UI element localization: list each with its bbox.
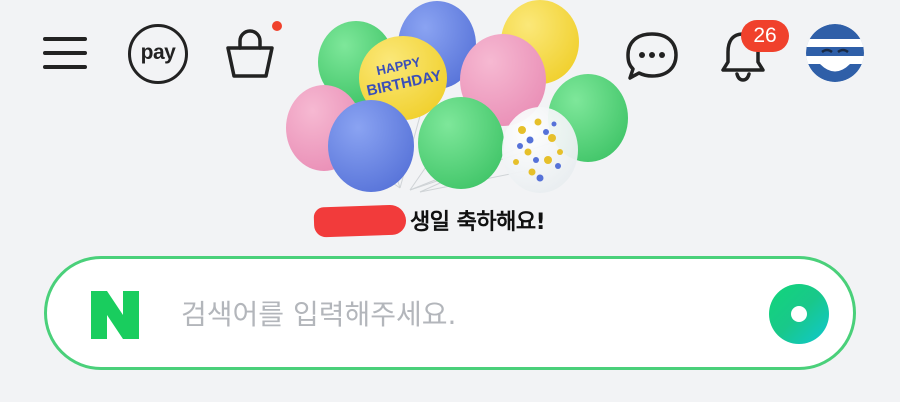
search-input[interactable] [179, 289, 743, 339]
birthday-balloons-illustration: HAPPY BIRTHDAY [286, 0, 628, 193]
green-dot-icon [791, 306, 807, 322]
menu-button[interactable] [40, 28, 90, 78]
profile-avatar[interactable] [806, 24, 864, 82]
avatar-icon [806, 24, 864, 82]
menu-icon [43, 33, 87, 73]
greeting-text: 생일 축하해요! [410, 210, 546, 235]
green-dot-search-button[interactable] [769, 284, 829, 344]
pay-button[interactable]: pay [128, 24, 188, 84]
redacted-name [312, 200, 408, 240]
notification-count-badge: 26 [741, 20, 789, 52]
search-bar [44, 256, 856, 370]
naver-logo-icon[interactable] [87, 287, 143, 343]
pay-label: pay [140, 40, 176, 64]
birthday-greeting: 생일 축하해요! [312, 198, 546, 242]
